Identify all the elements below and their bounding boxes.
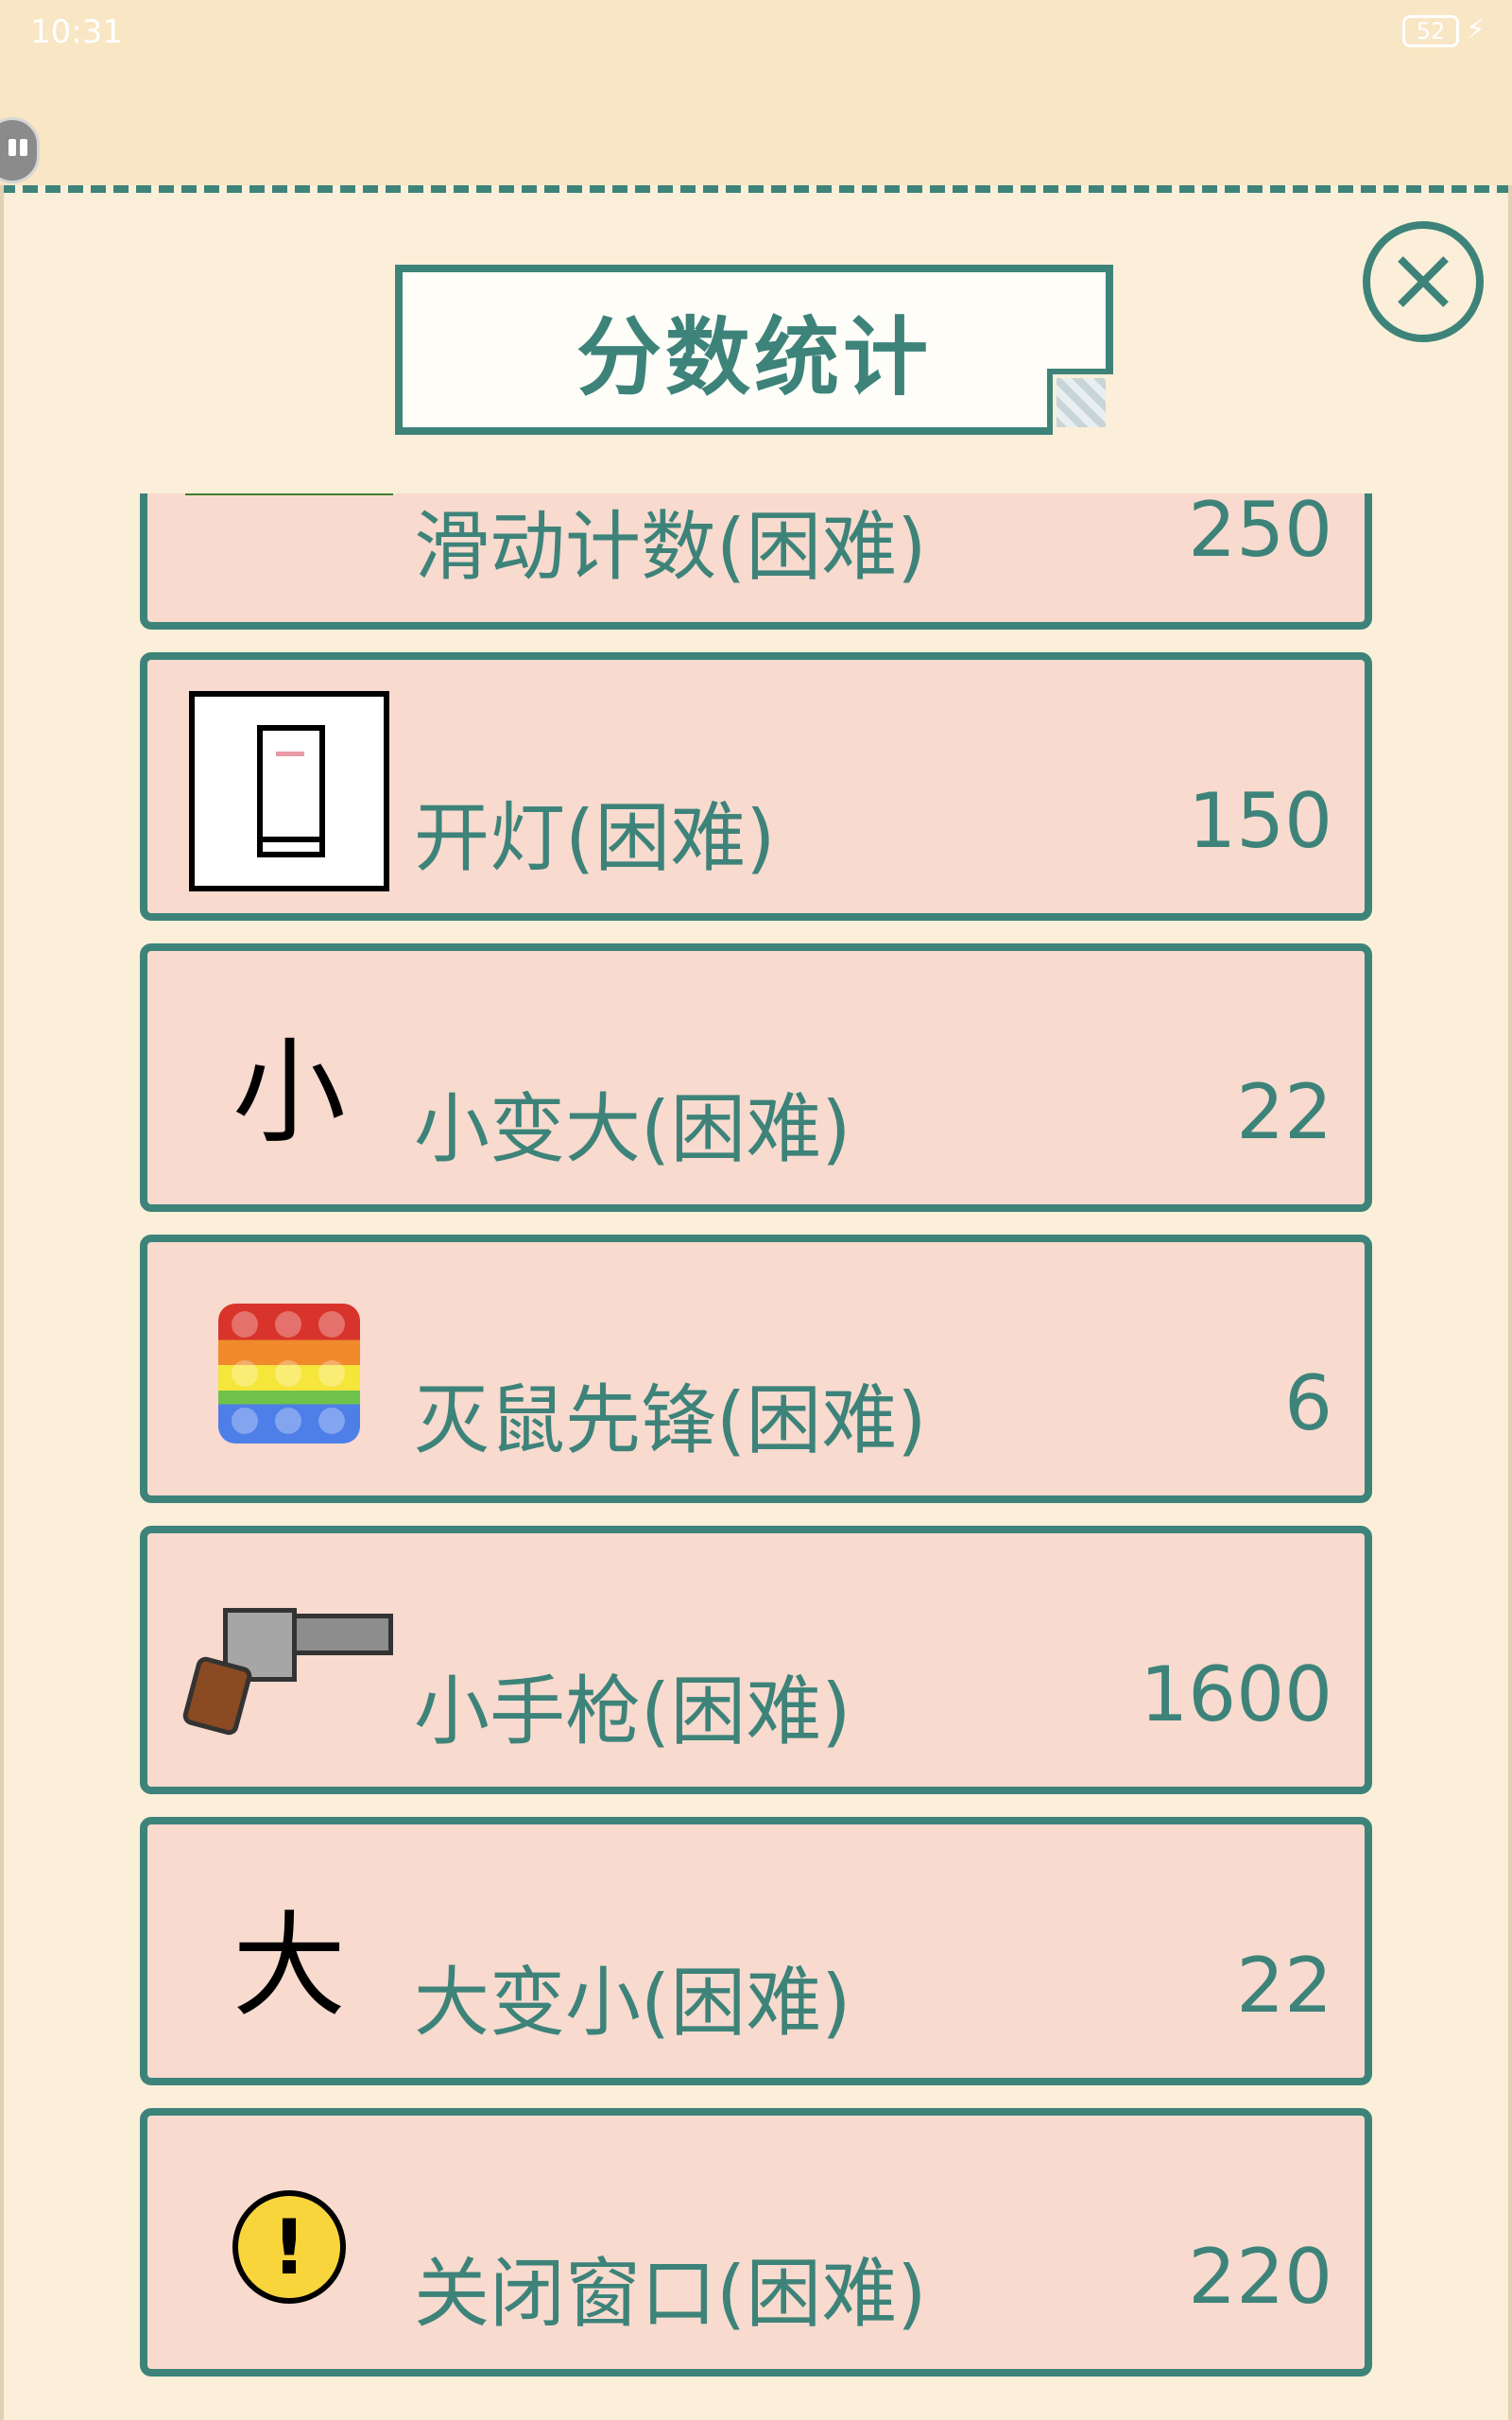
- item-score: 22: [1236, 1942, 1332, 2030]
- item-score: 22: [1236, 1068, 1332, 1156]
- status-bar: 10:31 52 ⚡: [0, 0, 1512, 66]
- battery-icon: 52: [1402, 15, 1459, 47]
- light-switch-icon: [185, 691, 393, 891]
- floating-handle-button[interactable]: [0, 117, 40, 183]
- item-score: 220: [1188, 2233, 1332, 2321]
- item-score: 150: [1188, 777, 1332, 865]
- item-name: 大变小(困难): [414, 1959, 851, 2047]
- item-name: 小手枪(困难): [414, 1668, 851, 1755]
- item-score: 6: [1284, 1359, 1332, 1447]
- item-name: 小变大(困难): [414, 1085, 851, 1173]
- warning-icon: !: [185, 2148, 393, 2346]
- item-name: 开灯(困难): [414, 794, 776, 882]
- big-char-icon: 大: [185, 1857, 393, 2055]
- item-score: 1600: [1140, 1651, 1332, 1738]
- list-item[interactable]: 小 小变大(困难) 22: [140, 943, 1372, 1212]
- big-char-glyph: 大: [232, 1901, 346, 2032]
- pop-it-icon: [185, 1274, 393, 1473]
- small-char-glyph: 小: [232, 1028, 346, 1159]
- item-name: 灭鼠先锋(困难): [414, 1376, 927, 1464]
- close-button[interactable]: [1363, 221, 1484, 342]
- revolver-icon: [180, 1565, 393, 1764]
- list-item[interactable]: 灭鼠先锋(困难) 6: [140, 1235, 1372, 1503]
- list-item[interactable]: ! 关闭窗口(困难) 220: [140, 2108, 1372, 2377]
- score-list-content: 滑动计数(困难) 250 开灯(困难) 150 小 小变大(困难) 22 灭鼠先…: [140, 493, 1372, 2399]
- page-title: 分数统计: [576, 308, 932, 407]
- list-item[interactable]: 滑动计数(困难) 250: [140, 493, 1372, 630]
- charging-icon: ⚡: [1465, 13, 1486, 46]
- status-time: 10:31: [30, 13, 123, 51]
- score-panel: 分数统计 滑动计数(困难) 250 开灯(困难) 150 小 小变大(困难) 2…: [0, 185, 1512, 2420]
- panel-dashed-border: [0, 185, 1512, 193]
- list-item[interactable]: 开灯(困难) 150: [140, 652, 1372, 921]
- warning-glyph: !: [232, 2190, 346, 2304]
- paper-fold-decoration: [1047, 369, 1113, 435]
- item-score: 250: [1188, 493, 1332, 574]
- panel-title-box: 分数统计: [395, 265, 1113, 435]
- list-item[interactable]: 小手枪(困难) 1600: [140, 1526, 1372, 1794]
- item-name: 滑动计数(困难): [414, 503, 927, 591]
- small-char-icon: 小: [185, 983, 393, 1182]
- item-name: 关闭窗口(困难): [414, 2250, 927, 2338]
- list-item[interactable]: 大 大变小(困难) 22: [140, 1817, 1372, 2085]
- counter-icon: [185, 493, 393, 599]
- score-list[interactable]: 滑动计数(困难) 250 开灯(困难) 150 小 小变大(困难) 22 灭鼠先…: [0, 493, 1512, 2420]
